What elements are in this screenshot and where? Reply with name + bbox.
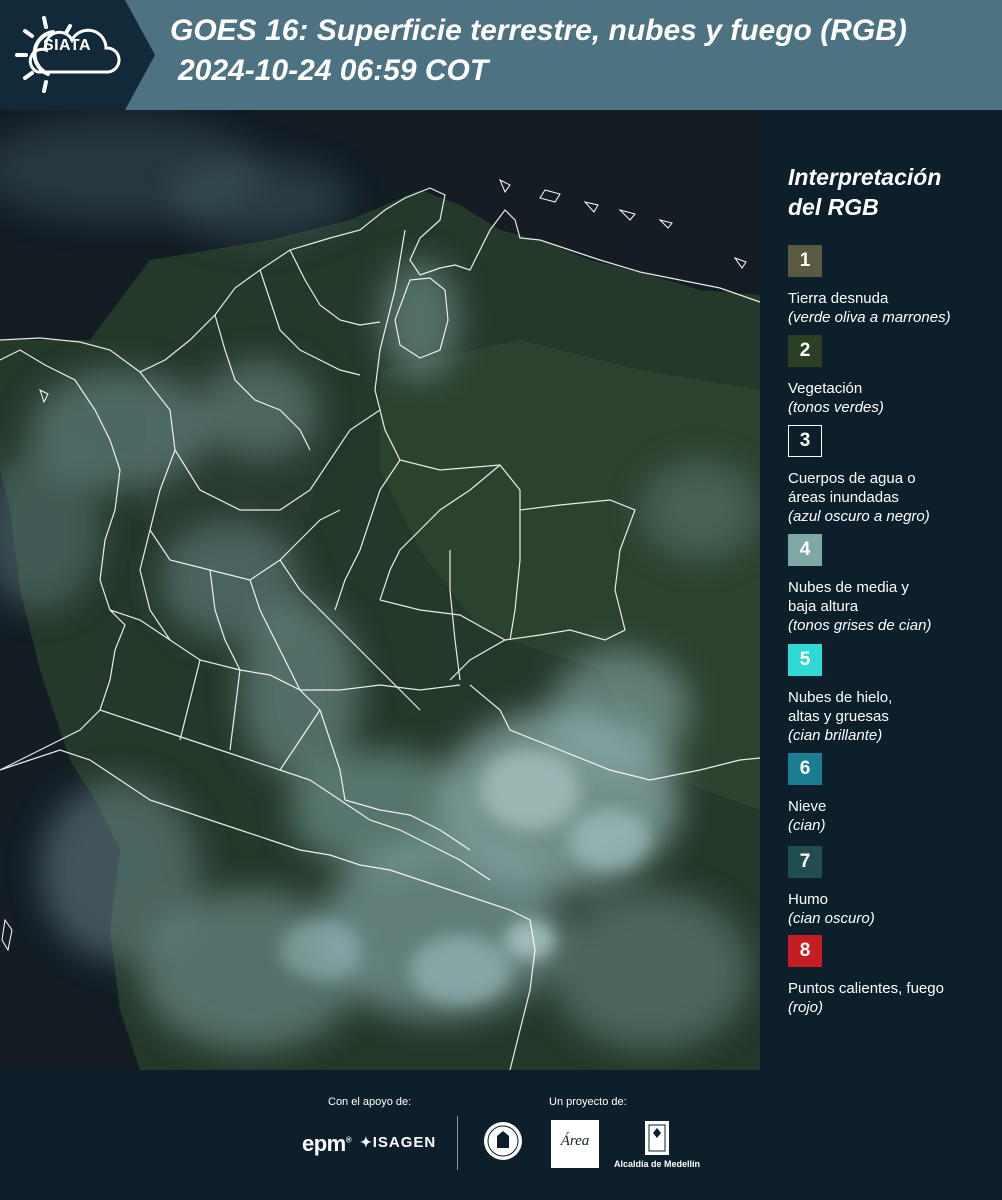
legend-title: Interpretación del RGB — [788, 164, 942, 220]
footer-divider — [457, 1116, 458, 1170]
medellin-seal-logo — [484, 1122, 522, 1160]
map-canvas — [0, 110, 760, 1070]
alcaldia-medellin-logo: Alcaldía de Medellín — [612, 1119, 702, 1171]
legend-item-snow: 6 Nieve (cian) — [788, 753, 998, 835]
epm-logo: epm® — [302, 1131, 352, 1156]
legend-swatch: 1 — [788, 245, 822, 277]
satellite-map[interactable] — [0, 110, 760, 1070]
legend-swatch: 7 — [788, 846, 822, 878]
isagen-icon: ✦ — [360, 1134, 373, 1150]
legend-swatch: 2 — [788, 335, 822, 367]
legend-swatch: 4 — [788, 534, 822, 566]
logo-panel — [0, 0, 155, 110]
legend-item-fire: 8 Puntos calientes, fuego (rojo) — [788, 935, 998, 1017]
legend-swatch: 3 — [788, 425, 822, 457]
header-bar: SIATA GOES 16: Superficie terrestre, nub… — [0, 0, 1002, 110]
legend-item-low-clouds: 4 Nubes de media y baja altura (tonos gr… — [788, 534, 998, 635]
legend-item-smoke: 7 Humo (cian oscuro) — [788, 846, 998, 928]
legend-item-ice-clouds: 5 Nubes de hielo, altas y gruesas (cian … — [788, 644, 998, 745]
project-label: Un proyecto de: — [549, 1096, 627, 1108]
legend-item-water: 3 Cuerpos de agua o áreas inundadas (azu… — [788, 425, 998, 526]
alcaldia-shield-icon — [645, 1121, 669, 1155]
footer: Con el apoyo de: Un proyecto de: epm® ✦I… — [0, 1070, 1002, 1200]
page-timestamp: 2024-10-24 06:59 COT — [178, 54, 489, 87]
legend-item-bare-soil: 1 Tierra desnuda (verde oliva a marrones… — [788, 245, 998, 327]
support-label: Con el apoyo de: — [328, 1096, 412, 1108]
page-title: GOES 16: Superficie terrestre, nubes y f… — [170, 14, 907, 47]
isagen-logo: ✦ISAGEN — [360, 1134, 437, 1151]
area-metropolitana-logo: Área — [551, 1120, 599, 1168]
legend-item-vegetation: 2 Vegetación (tonos verdes) — [788, 335, 998, 417]
legend-swatch: 6 — [788, 753, 822, 785]
siata-logo-text: SIATA — [42, 37, 92, 54]
legend-swatch: 5 — [788, 644, 822, 676]
legend-swatch: 8 — [788, 935, 822, 967]
legend-panel: Interpretación del RGB 1 Tierra desnuda … — [760, 110, 1002, 1070]
